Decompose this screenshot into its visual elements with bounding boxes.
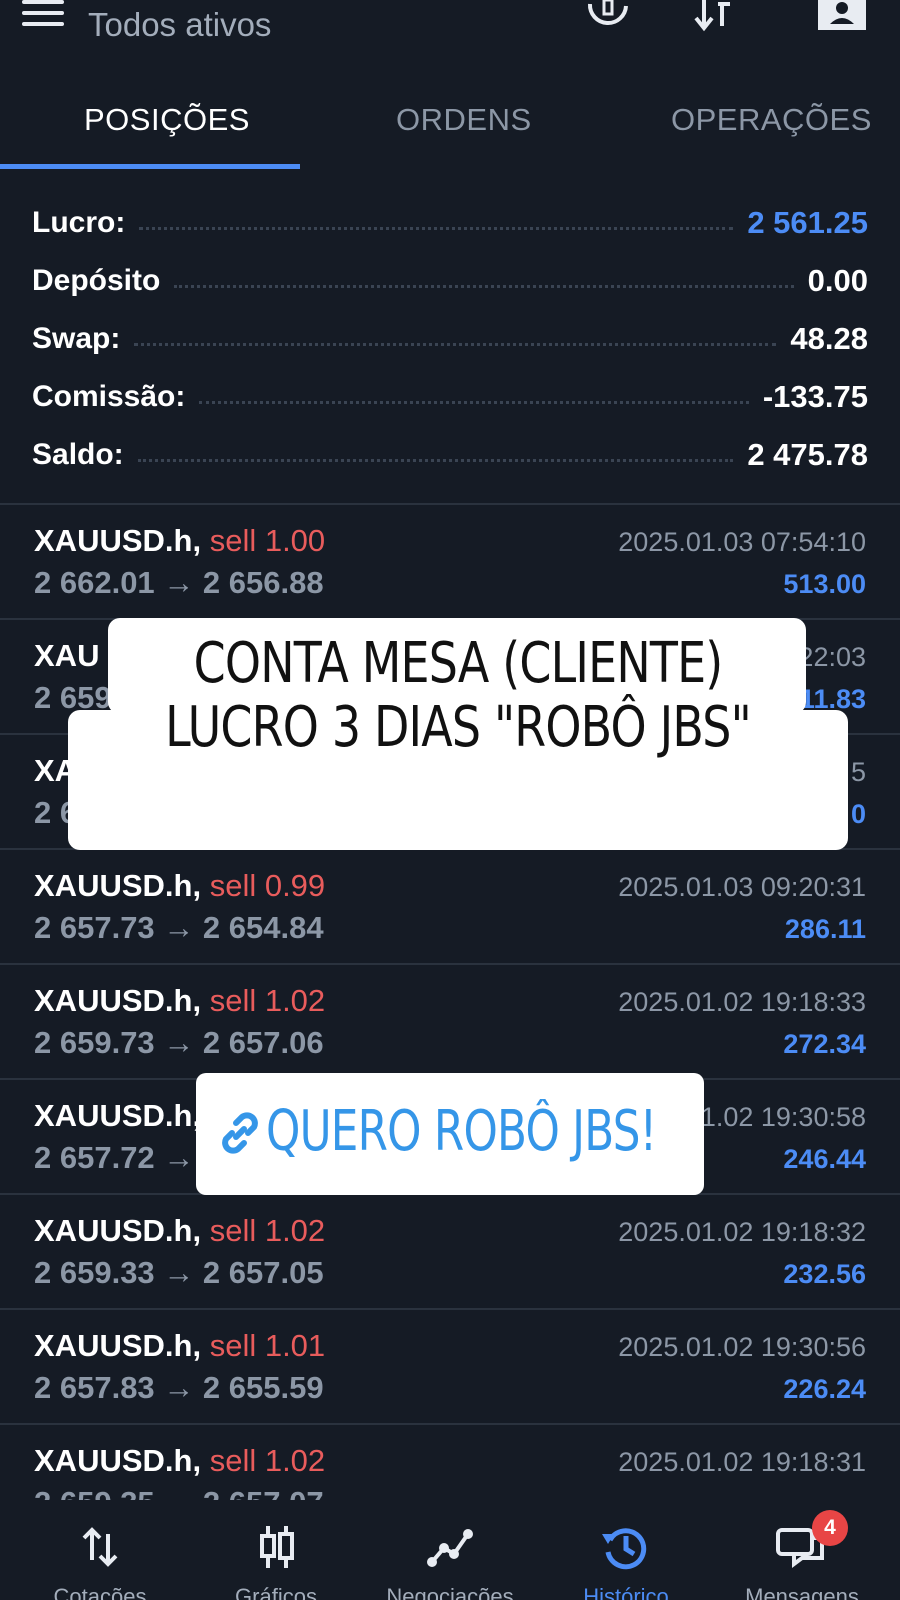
nav-label: Cotações xyxy=(53,1584,147,1600)
deal-symbol: XAUUSD.h, sell 1.02 xyxy=(34,983,326,1018)
nav-charts[interactable]: Gráficos xyxy=(186,1500,366,1600)
account-icon[interactable] xyxy=(818,0,866,34)
bottom-navigation: Cotações Gráficos Negociações Histórico xyxy=(0,1500,900,1600)
summary-row-swap: Swap: 48.28 xyxy=(0,310,900,368)
history-icon xyxy=(602,1528,647,1570)
nav-quotes[interactable]: Cotações xyxy=(10,1500,190,1600)
deal-symbol: XAU xyxy=(34,638,100,673)
tab-orders[interactable]: ORDENS xyxy=(396,102,532,138)
menu-icon[interactable] xyxy=(22,0,64,28)
nav-trade[interactable]: Negociações xyxy=(360,1500,540,1600)
tab-deals[interactable]: OPERAÇÕES xyxy=(671,102,872,138)
deal-side: sell 1.01 xyxy=(209,1328,326,1363)
deal-symbol: XAUUSD.h, sell 0.99 xyxy=(34,868,326,903)
deal-side: sell 0.99 xyxy=(209,868,326,903)
deal-row[interactable]: XAUUSD.h, sell 1.00 2025.01.03 07:54:10 … xyxy=(0,505,900,620)
summary-label: Comissão: xyxy=(32,380,186,413)
deal-side: sell 1.00 xyxy=(209,523,326,558)
nav-label: Histórico xyxy=(583,1584,669,1600)
deal-profit: 232.56 xyxy=(783,1259,866,1289)
unread-badge: 4 xyxy=(812,1510,848,1546)
summary-label: Saldo: xyxy=(32,438,124,471)
deal-symbol: XAUUSD.h, sell 1.02 xyxy=(34,1443,326,1478)
active-tab-indicator xyxy=(0,164,300,169)
top-app-bar: Todos ativos xyxy=(0,0,900,70)
banner-line-1: CONTA MESA (CLIENTE) xyxy=(193,631,724,696)
arrows-up-down-icon xyxy=(82,1527,118,1567)
nav-label: Negociações xyxy=(386,1584,514,1600)
dotted-leader xyxy=(134,342,777,346)
deal-time: 22:03 xyxy=(798,642,866,672)
deal-time: 1.02 19:30:58 xyxy=(700,1102,866,1132)
deal-profit: 246.44 xyxy=(783,1144,866,1174)
link-sticker[interactable]: QUERO ROBÔ JBS! xyxy=(196,1073,704,1195)
deal-symbol: XAUUSD.h, sell 1.01 xyxy=(34,1328,326,1363)
tab-positions[interactable]: POSIÇÕES xyxy=(84,102,250,138)
candlestick-icon xyxy=(260,1526,294,1568)
summary-value-swap: 48.28 xyxy=(790,321,868,356)
deal-prices: 2 659.33 → 2 657.05 xyxy=(34,1255,324,1290)
nav-label: Mensagens xyxy=(745,1584,859,1600)
summary-label: Swap: xyxy=(32,322,121,355)
currency-sync-icon[interactable] xyxy=(584,0,632,34)
deal-prices: 2 662.01 → 2 656.88 xyxy=(34,565,324,600)
deal-time: 2025.01.02 19:30:56 xyxy=(618,1332,866,1362)
nav-history[interactable]: Histórico xyxy=(536,1500,716,1600)
deal-row[interactable]: XAUUSD.h, sell 1.01 2025.01.02 19:30:56 … xyxy=(0,1310,900,1425)
deal-symbol: XAUUSD.h, sell 1.00 xyxy=(34,523,326,558)
deal-prices: 2 659.35 → 2 657.07 xyxy=(34,1485,324,1500)
deal-side: sell 1.02 xyxy=(209,1213,326,1248)
nav-label: Gráficos xyxy=(235,1584,317,1600)
deal-prices: 2 657.72 → xyxy=(34,1140,195,1175)
summary-value-balance: 2 475.78 xyxy=(747,437,868,472)
deal-row[interactable]: XAUUSD.h, sell 1.02 2025.01.02 19:18:33 … xyxy=(0,965,900,1080)
account-summary: Lucro: 2 561.25 Depósito 0.00 Swap: 48.2… xyxy=(0,194,900,484)
dotted-leader xyxy=(174,284,794,288)
deal-symbol: XAUUSD.h, sell 1.02 xyxy=(34,1213,326,1248)
link-sticker-text: QUERO ROBÔ JBS! xyxy=(266,1099,657,1164)
deal-time: 2025.01.03 09:20:31 xyxy=(618,872,866,902)
deal-symbol: XAUUSD.h, xyxy=(34,1098,202,1133)
summary-value-commission: -133.75 xyxy=(762,379,868,414)
deal-profit: 513.00 xyxy=(783,569,866,599)
trend-line-icon xyxy=(427,1529,473,1567)
promo-banner-text: CONTA MESA (CLIENTE) LUCRO 3 DIAS "ROBÔ … xyxy=(138,632,778,760)
summary-label: Lucro: xyxy=(32,206,126,239)
summary-label: Depósito xyxy=(32,264,161,297)
summary-value-profit: 2 561.25 xyxy=(747,205,868,240)
sort-icon[interactable] xyxy=(692,0,740,34)
deal-time: 2025.01.02 19:18:31 xyxy=(618,1447,866,1477)
deal-row[interactable]: XAUUSD.h, sell 0.99 2025.01.03 09:20:31 … xyxy=(0,850,900,965)
summary-row-balance: Saldo: 2 475.78 xyxy=(0,426,900,484)
dotted-leader xyxy=(139,226,734,230)
deal-prices: 2 657.83 → 2 655.59 xyxy=(34,1370,324,1405)
summary-row-profit: Lucro: 2 561.25 xyxy=(0,194,900,252)
deal-row[interactable]: XAUUSD.h, sell 1.02 2025.01.02 19:18:31 … xyxy=(0,1425,900,1500)
symbol-filter-title[interactable]: Todos ativos xyxy=(88,6,271,44)
deal-prices: 2 657.73 → 2 654.84 xyxy=(34,910,324,945)
deal-profit: 272.34 xyxy=(783,1029,866,1059)
deal-side: sell 1.02 xyxy=(209,1443,326,1478)
dotted-leader xyxy=(199,400,749,404)
history-tabs: POSIÇÕES ORDENS OPERAÇÕES xyxy=(0,88,900,172)
nav-messages[interactable]: 4 Mensagens xyxy=(712,1500,892,1600)
deal-time: 5 xyxy=(850,757,866,787)
deal-time: 2025.01.02 19:18:32 xyxy=(618,1217,866,1247)
summary-value-deposit: 0.00 xyxy=(807,263,868,298)
summary-row-commission: Comissão: -133.75 xyxy=(0,368,900,426)
dotted-leader xyxy=(137,458,734,462)
deal-side: sell 1.02 xyxy=(209,983,326,1018)
deal-time: 2025.01.02 19:18:33 xyxy=(618,987,866,1017)
deal-profit: 226.24 xyxy=(783,1374,866,1404)
deal-prices: 2 659.73 → 2 657.06 xyxy=(34,1025,324,1060)
banner-line-2: LUCRO 3 DIAS "ROBÔ JBS" xyxy=(165,695,752,760)
deal-profit: 286.11 xyxy=(784,914,866,944)
deal-time: 2025.01.03 07:54:10 xyxy=(618,527,866,557)
summary-row-deposit: Depósito 0.00 xyxy=(0,252,900,310)
link-icon xyxy=(222,1112,258,1154)
deal-row[interactable]: XAUUSD.h, sell 1.02 2025.01.02 19:18:32 … xyxy=(0,1195,900,1310)
deal-profit: 0 xyxy=(850,799,866,829)
